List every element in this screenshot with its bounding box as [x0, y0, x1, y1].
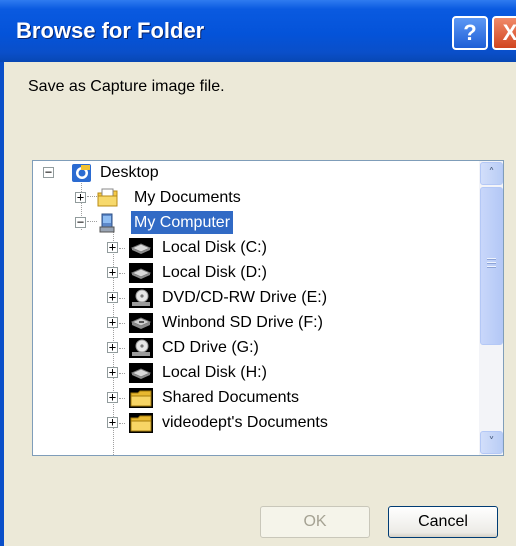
tree-item-label: Local Disk (H:) — [162, 364, 267, 381]
tree-line — [119, 323, 125, 324]
window-frame — [0, 62, 4, 546]
thumb-grip — [487, 266, 496, 268]
tree-line — [119, 348, 125, 349]
tree-item-label: My Documents — [134, 189, 241, 206]
collapse-toggle[interactable]: − — [75, 216, 86, 228]
tree-item-label: My Computer — [131, 211, 234, 234]
cd-drive-icon — [129, 288, 153, 308]
hard-drive-icon — [129, 263, 153, 283]
scroll-down-button[interactable]: ˅ — [480, 431, 503, 454]
tree-item-shared-documents[interactable]: + Shared Documents — [33, 386, 473, 411]
tree-line — [119, 373, 125, 374]
expand-toggle[interactable]: + — [107, 316, 118, 328]
expand-toggle[interactable]: + — [107, 291, 118, 303]
folder-tree[interactable]: − Desktop + My Documents − My Computer +… — [32, 160, 504, 456]
expand-toggle[interactable]: + — [107, 241, 118, 253]
desktop-icon — [71, 163, 93, 183]
tree-item-local-disk-c[interactable]: + Local Disk (C:) — [33, 236, 473, 261]
tree-item-label: Local Disk (D:) — [162, 264, 267, 281]
close-button[interactable]: X — [492, 16, 516, 50]
tree-item-my-documents[interactable]: + My Documents — [33, 186, 473, 211]
tree-item-label: DVD/CD-RW Drive (E:) — [162, 289, 328, 306]
tree-item-cd-drive-g[interactable]: + CD Drive (G:) — [33, 336, 473, 361]
title-bar[interactable]: Browse for Folder ? X — [0, 0, 516, 62]
scroll-up-button[interactable]: ˄ — [480, 162, 503, 185]
tree-line — [119, 298, 125, 299]
expand-toggle[interactable]: + — [107, 266, 118, 278]
expand-toggle[interactable]: + — [107, 391, 118, 403]
tree-item-label: Desktop — [100, 164, 159, 181]
cd-drive-icon — [129, 338, 153, 358]
tree-item-label: CD Drive (G:) — [162, 339, 259, 356]
expand-toggle[interactable]: + — [107, 341, 118, 353]
tree-item-partial[interactable] — [33, 436, 473, 455]
tree-item-winbond-sd-drive-f[interactable]: + Winbond SD Drive (F:) — [33, 311, 473, 336]
tree-item-dvd-cd-rw-drive-e[interactable]: + DVD/CD-RW Drive (E:) — [33, 286, 473, 311]
hard-drive-icon — [129, 238, 153, 258]
expand-toggle[interactable]: + — [107, 366, 118, 378]
expand-toggle[interactable]: + — [75, 191, 86, 203]
collapse-toggle[interactable]: − — [43, 166, 54, 178]
browse-for-folder-dialog: Browse for Folder ? X Save as Capture im… — [0, 0, 516, 546]
tree-line — [119, 398, 125, 399]
tree-item-label: videodept's Documents — [162, 414, 328, 431]
tree-scrollbar[interactable]: ˄ ˅ — [479, 161, 503, 455]
tree-item-local-disk-d[interactable]: + Local Disk (D:) — [33, 261, 473, 286]
tree-item-label: Local Disk (C:) — [162, 239, 267, 256]
hard-drive-icon — [129, 363, 153, 383]
tree-item-videodepts-documents[interactable]: + videodept's Documents — [33, 411, 473, 436]
help-button[interactable]: ? — [452, 16, 488, 50]
tree-item-desktop[interactable]: − Desktop — [33, 161, 473, 186]
cancel-button[interactable]: Cancel — [388, 506, 498, 538]
dialog-description: Save as Capture image file. — [28, 78, 225, 95]
tree-item-my-computer[interactable]: − My Computer — [33, 211, 473, 236]
thumb-grip — [487, 262, 496, 264]
network-places-icon — [97, 450, 119, 455]
folder-icon — [129, 413, 153, 433]
thumb-grip — [487, 258, 496, 260]
my-computer-icon — [97, 213, 119, 233]
my-documents-icon — [97, 188, 119, 208]
expand-toggle[interactable]: + — [107, 416, 118, 428]
tree-line — [119, 423, 125, 424]
folder-icon — [129, 388, 153, 408]
tree-line — [119, 248, 125, 249]
removable-drive-icon — [129, 313, 153, 333]
scroll-thumb[interactable] — [480, 187, 503, 345]
tree-item-label: Winbond SD Drive (F:) — [162, 314, 323, 331]
tree-item-local-disk-h[interactable]: + Local Disk (H:) — [33, 361, 473, 386]
tree-item-label: Shared Documents — [162, 389, 299, 406]
tree-line — [119, 273, 125, 274]
dialog-title: Browse for Folder — [16, 18, 205, 43]
ok-button[interactable]: OK — [260, 506, 370, 538]
